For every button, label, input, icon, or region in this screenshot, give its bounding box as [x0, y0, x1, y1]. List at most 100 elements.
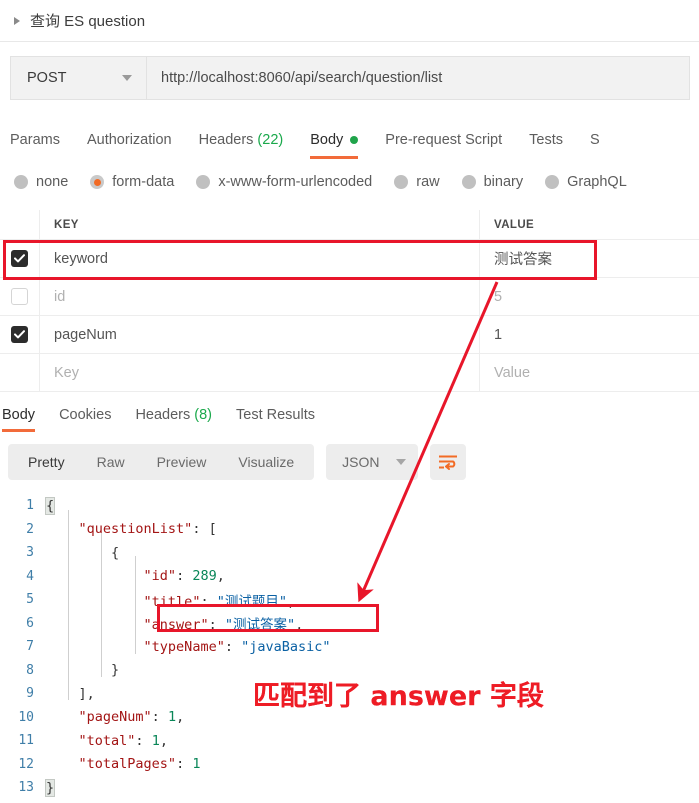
view-mode-pretty[interactable]: Pretty [12, 444, 81, 480]
body-present-dot-icon [350, 136, 359, 144]
triangle-right-icon[interactable] [14, 16, 20, 25]
body-type-raw[interactable]: raw [394, 174, 440, 190]
radio-button-icon[interactable] [14, 175, 28, 189]
response-format-select[interactable]: JSON [326, 444, 418, 480]
row-checkbox-cell [0, 354, 40, 391]
body-type-binary[interactable]: binary [461, 174, 523, 190]
request-tab-headers[interactable]: Headers (22) [199, 118, 284, 162]
response-tab-body[interactable]: Body [2, 398, 36, 432]
tab-label: Body [310, 132, 344, 148]
body-type-x-www-form-urlencoded[interactable]: x-www-form-urlencoded [196, 174, 372, 190]
tab-label: Headers [198, 132, 254, 148]
radio-button-icon[interactable] [545, 175, 560, 189]
line-number: 2 [26, 521, 34, 537]
radio-button-icon[interactable] [90, 175, 105, 189]
value-input[interactable]: Value [480, 354, 699, 391]
radio-label: raw [416, 174, 440, 190]
code-text: "total": 1, [46, 733, 168, 749]
table-row[interactable]: id 5 [0, 278, 699, 316]
code-token: : [176, 756, 193, 773]
response-view-toolbar: Pretty Raw Preview Visualize JSON [8, 444, 466, 480]
key-input[interactable]: keyword [40, 240, 480, 277]
request-tab-tests[interactable]: Tests [529, 118, 563, 162]
code-text: } [44, 778, 56, 797]
line-number: 5 [26, 592, 34, 608]
row-enabled-checkbox[interactable] [11, 250, 28, 267]
code-token: , [216, 568, 225, 585]
value-input[interactable]: 5 [480, 278, 699, 315]
code-text: { [44, 496, 56, 515]
code-token: ], [46, 685, 95, 702]
table-row[interactable]: pageNum 1 [0, 316, 699, 354]
code-text: } [46, 662, 119, 678]
tab-label: Tests [529, 132, 563, 148]
line-number: 10 [18, 709, 34, 725]
request-tab-s[interactable]: S [590, 118, 600, 162]
code-token: , [159, 732, 168, 749]
tab-count-badge: (8) [194, 407, 212, 423]
line-number: 7 [26, 639, 34, 655]
view-mode-segmented-control: Pretty Raw Preview Visualize [8, 444, 315, 480]
row-enabled-checkbox[interactable] [11, 288, 28, 305]
line-number: 8 [26, 662, 34, 678]
code-token: : [208, 617, 225, 634]
url-bar: POST http://localhost:8060/api/search/qu… [10, 56, 690, 100]
view-mode-preview[interactable]: Preview [141, 444, 223, 480]
key-input[interactable]: pageNum [40, 316, 480, 353]
view-mode-raw[interactable]: Raw [81, 444, 141, 480]
word-wrap-button[interactable] [429, 444, 466, 480]
body-type-radio-group: none form-data x-www-form-urlencoded raw bin… [14, 166, 699, 198]
code-line: 12 "totalPages": 1 [0, 753, 699, 777]
key-input[interactable]: id [40, 278, 480, 315]
radio-button-icon[interactable] [394, 175, 409, 189]
radio-button-icon[interactable] [196, 175, 211, 189]
request-tab-params[interactable]: Params [10, 118, 60, 162]
request-tab-body[interactable]: Body [310, 118, 359, 162]
code-token: { [44, 496, 56, 515]
code-token: , [176, 709, 185, 726]
request-tab-pre-request-script[interactable]: Pre-request Script [385, 118, 502, 162]
request-title-bar: 查询 ES question [0, 0, 699, 42]
line-number: 1 [26, 498, 34, 514]
code-line: 5 "title": "测试题目", [0, 588, 699, 612]
view-mode-visualize[interactable]: Visualize [222, 444, 310, 480]
code-token: "id" [143, 568, 177, 585]
value-input[interactable]: 测试答案 [480, 240, 699, 277]
postman-screenshot: 查询 ES question POST http://localhost:806… [0, 0, 699, 803]
code-token: 1 [167, 709, 177, 726]
table-row[interactable]: Key Value [0, 354, 699, 392]
body-type-none[interactable]: none [14, 174, 68, 190]
request-tab-authorization[interactable]: Authorization [87, 118, 172, 162]
code-token: "测试答案" [224, 617, 296, 634]
line-number: 11 [18, 733, 34, 749]
line-number: 6 [26, 615, 34, 631]
code-token: "total" [78, 732, 136, 749]
tab-label: Authorization [86, 132, 172, 148]
tab-label: Test Results [236, 407, 315, 423]
response-tab-headers[interactable]: Headers (8) [135, 398, 212, 432]
tab-label: S [589, 132, 600, 148]
radio-button-icon[interactable] [461, 175, 476, 189]
url-input[interactable]: http://localhost:8060/api/search/questio… [147, 57, 689, 99]
body-type-graphql[interactable]: GraphQL [545, 174, 627, 190]
response-body-code[interactable]: 1{2 "questionList": [3 {4 "id": 289, 5 "t… [0, 494, 699, 803]
response-tab-test-results[interactable]: Test Results [236, 398, 315, 432]
code-token: } [44, 778, 56, 797]
code-line: 13} [0, 776, 699, 800]
table-row[interactable]: keyword 测试答案 [0, 240, 699, 278]
row-enabled-checkbox[interactable] [11, 326, 28, 343]
value-input[interactable]: 1 [480, 316, 699, 353]
code-text: "title": "测试题目", [46, 590, 296, 610]
header-checkbox-cell [0, 210, 40, 239]
http-method-select[interactable]: POST [11, 57, 147, 99]
code-token: "测试题目" [216, 593, 287, 610]
code-line: 11 "total": 1, [0, 729, 699, 753]
key-input[interactable]: Key [40, 354, 480, 391]
body-type-form-data[interactable]: form-data [90, 174, 174, 190]
code-token: 289 [192, 568, 217, 585]
response-tab-cookies[interactable]: Cookies [59, 398, 111, 432]
code-token: : [176, 568, 193, 585]
